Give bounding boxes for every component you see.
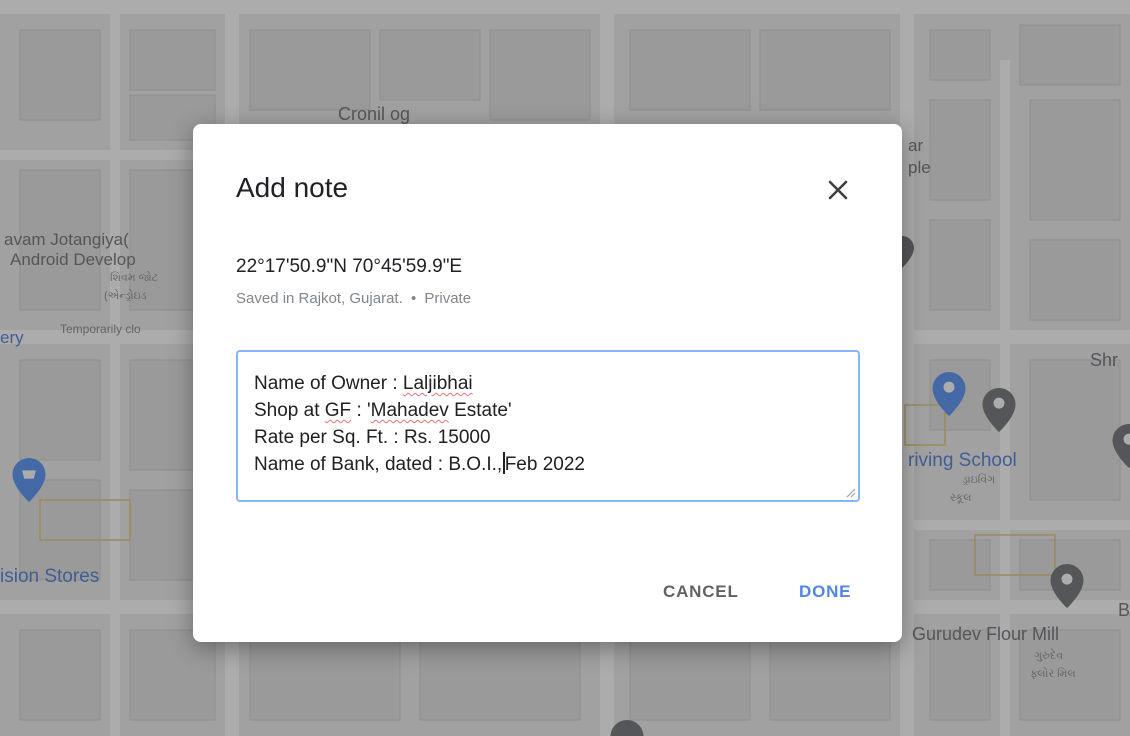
separator-dot: • (410, 290, 417, 307)
note-text: Name of Bank, dated : B.O.I., (254, 454, 503, 475)
note-line: Rate per Sq. Ft. : Rs. 15000 (254, 424, 842, 451)
coordinates-text: 22°17'50.9"N 70°45'59.9"E (236, 256, 463, 277)
misspelled-word: Mahadev (370, 400, 449, 421)
resize-grip-icon[interactable] (844, 486, 856, 498)
note-text: Estate' (448, 400, 512, 421)
dialog-title: Add note (236, 172, 349, 203)
close-icon (828, 180, 848, 200)
note-line: Name of Owner : Laljibhai (254, 370, 842, 397)
add-note-dialog: Add note 22°17'50.9"N 70°45'59.9"E Saved… (193, 124, 902, 642)
cancel-button[interactable]: CANCEL (663, 582, 739, 602)
note-line: Shop at GF : 'Mahadev Estate' (254, 397, 842, 424)
note-text: : ' (351, 400, 371, 421)
close-button[interactable] (822, 174, 854, 206)
note-text: Shop at (254, 400, 325, 421)
visibility-text: Private (424, 290, 472, 307)
saved-in-text: Saved in Rajkot, Gujarat. (236, 290, 403, 307)
note-text: Feb 2022 (504, 454, 585, 475)
done-button[interactable]: DONE (799, 582, 851, 602)
misspelled-word: GF (324, 400, 352, 421)
note-line: Name of Bank, dated : B.O.I., Feb 2022 (254, 451, 842, 478)
note-text: Rate per Sq. Ft. : Rs. 15000 (254, 427, 491, 448)
misspelled-word: Laljibhai (402, 373, 473, 394)
saved-location-info: Saved in Rajkot, Gujarat. • Private (236, 290, 471, 307)
note-text: Name of Owner : (254, 373, 403, 394)
note-textarea[interactable]: Name of Owner : Laljibhai Shop at GF : '… (236, 350, 860, 502)
